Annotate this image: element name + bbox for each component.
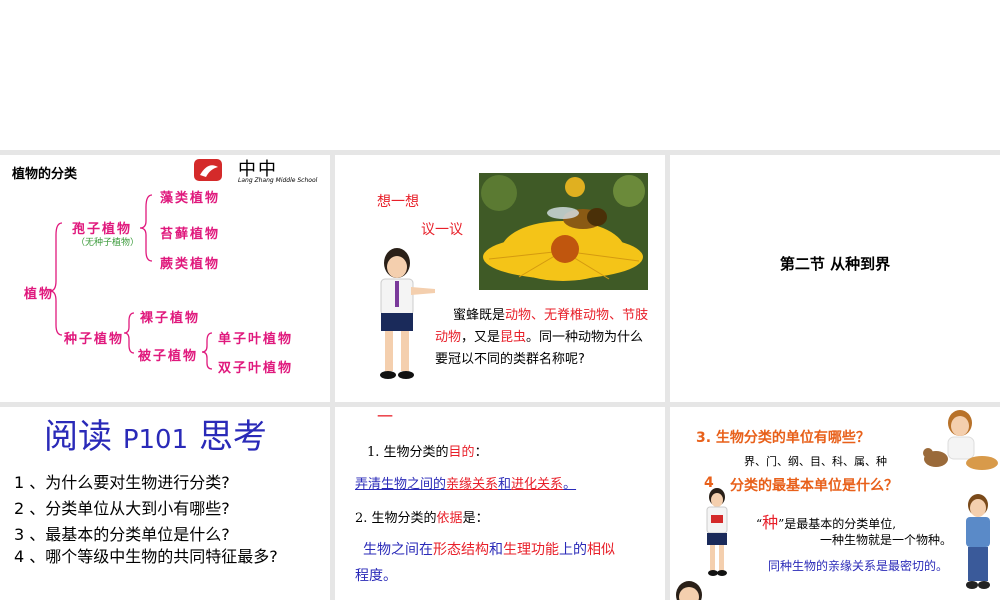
girl-pointing-illustration — [380, 248, 435, 379]
boy-standing-illustration — [966, 494, 990, 589]
rank-list: 界、门、纲、目、科、属、种 — [744, 455, 887, 468]
slide-thumbnail-6[interactable]: 3. 生物分类的单位有哪些？ 界、门、纲、目、科、属、种 4 分类的最基本单位是… — [670, 407, 1000, 600]
question-4: 4 、哪个等级中生物的共同特征最多? — [14, 547, 278, 566]
slide-thumbnail-4[interactable]: 阅读 P101 思考 1 、为什么要对生物进行分类? 2 、分类单位从大到小有哪… — [0, 407, 330, 600]
purpose-label: 1. 生物分类的目的： — [367, 445, 488, 460]
blank-header-area — [0, 0, 1000, 150]
species-definition-line2: 一种生物就是一个物种。 — [820, 533, 953, 547]
units-question: 3. 生物分类的单位有哪些？ — [696, 430, 870, 446]
basis-answer-line1: 生物之间在形态结构和生理功能上的相似 — [363, 542, 615, 558]
basic-unit-question: 分类的最基本单位是什么？ — [730, 478, 898, 494]
slide-thumbnail-2[interactable]: 想一想 议一议 蜜蜂既是动物、无脊椎动物、节肢动物，又是昆虫。同一种动物为什么要… — [335, 155, 665, 402]
think-label: 想一想 — [377, 194, 419, 210]
slide-sorter-grid: 植物的分类 中中 Lang Zhang Middle School 藻类植物 孢… — [0, 150, 1000, 600]
slide5-dash: 一 — [377, 407, 394, 426]
classification-braces — [49, 194, 213, 370]
question-2: 2 、分类单位从大到小有哪些? — [14, 499, 230, 518]
slide-thumbnail-1[interactable]: 植物的分类 中中 Lang Zhang Middle School 藻类植物 孢… — [0, 155, 330, 402]
species-definition-line1: “种”是最基本的分类单位, — [756, 513, 897, 532]
children-with-pets-illustration — [923, 410, 998, 470]
discuss-label: 议一议 — [421, 222, 463, 238]
keyword-insect: 昆虫 — [500, 330, 527, 345]
bee-on-flower-photo — [479, 173, 648, 290]
slide-thumbnail-3[interactable]: 第二节 从种到界 — [670, 155, 1000, 402]
keyword-animal: 动物 — [505, 308, 532, 323]
reading-heading: 阅读 P101 思考 — [44, 417, 267, 457]
girl-face-illustration — [676, 581, 702, 600]
bee-question-paragraph: 蜜蜂既是动物、无脊椎动物、节肢动物，又是昆虫。同一种动物为什么要冠以不同的类群名… — [435, 308, 649, 367]
basis-label: 2. 生物分类的依据是： — [355, 511, 489, 526]
question-3: 3 、最基本的分类单位是什么? — [14, 525, 230, 544]
section-title: 第二节 从种到界 — [779, 255, 891, 273]
question-1: 1 、为什么要对生物进行分类? — [14, 473, 230, 492]
purpose-answer: 弄清生物之间的亲缘关系和进化关系。 — [355, 477, 577, 492]
keyword-invertebrate: 无脊椎动物 — [544, 308, 610, 323]
basis-answer-line2: 程度。 — [355, 568, 397, 584]
boy-holding-book-illustration — [706, 488, 728, 576]
species-definition-line3: 同种生物的亲缘关系是最密切的。 — [768, 559, 949, 573]
slide-thumbnail-5[interactable]: 一 1. 生物分类的目的： 弄清生物之间的亲缘关系和进化关系。 2. 生物分类的… — [335, 407, 665, 600]
